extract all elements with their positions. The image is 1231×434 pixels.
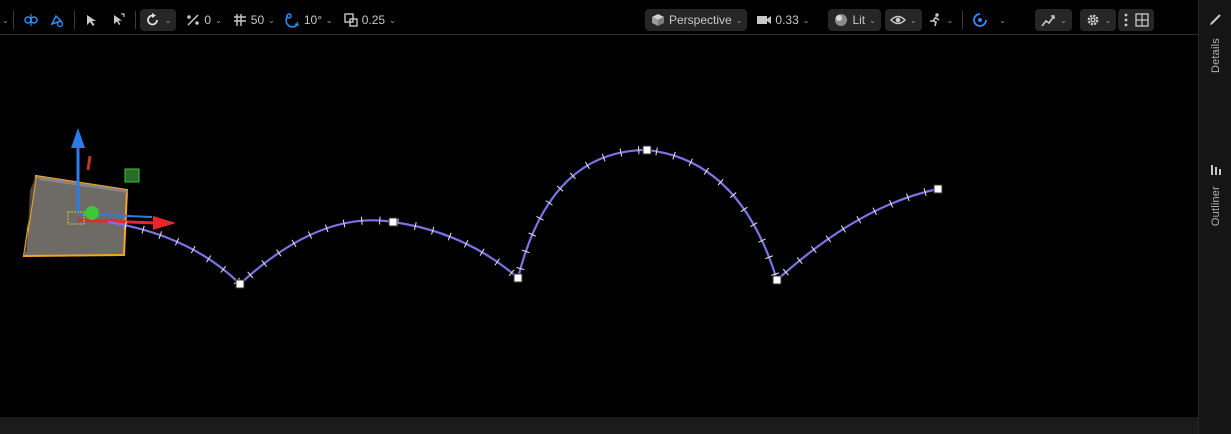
lighting-mode-button[interactable]: Lit ⌄ bbox=[828, 9, 881, 31]
brush-select-icon bbox=[50, 14, 63, 28]
view-mode-button[interactable]: Perspective ⌄ bbox=[645, 9, 748, 31]
camera-speed-icon bbox=[757, 16, 772, 24]
gizmo-pivot bbox=[85, 206, 99, 220]
transform-button[interactable] bbox=[105, 9, 131, 31]
spline-tick bbox=[655, 147, 658, 156]
rotation-snap-button[interactable]: 10° ⌄ bbox=[280, 9, 338, 31]
layout-grid-icon bbox=[1135, 13, 1150, 27]
brush-icon bbox=[1209, 14, 1221, 25]
game-mode-runner-icon bbox=[929, 13, 940, 27]
chevron-down-icon: ⌄ bbox=[999, 15, 1006, 25]
view-mode-label: Perspective bbox=[669, 13, 732, 27]
toolbar-divider bbox=[12, 11, 14, 29]
spline-path[interactable] bbox=[107, 148, 939, 286]
rotation-snap-icon bbox=[285, 13, 299, 28]
gizmo-rotation-handle bbox=[86, 155, 92, 171]
scale-snap-value: 0.25 bbox=[361, 13, 386, 27]
viewport-toolbar: ⌄ ⌄ 0 ⌄ 50 ⌄ 10° ⌄ 0.25 ⌄ Perspective ⌄ … bbox=[0, 6, 1198, 35]
toolbar-divider bbox=[134, 11, 136, 29]
chevron-down-icon: ⌄ bbox=[215, 15, 222, 25]
spline-point bbox=[772, 275, 782, 285]
chevron-down-icon: ⌄ bbox=[268, 15, 275, 25]
chevron-down-icon[interactable]: ⌄ bbox=[2, 16, 9, 25]
chevron-down-icon: ⌄ bbox=[1104, 15, 1112, 25]
spline-ticks bbox=[124, 146, 927, 285]
gizmo-yz-plane bbox=[124, 168, 140, 183]
grid-snap-icon bbox=[233, 14, 246, 26]
stats-icon bbox=[1041, 15, 1055, 27]
settings-gear-icon bbox=[1087, 14, 1099, 26]
scale-snap-button[interactable]: 0.25 ⌄ bbox=[338, 9, 401, 31]
scene-canvas[interactable] bbox=[0, 0, 1198, 417]
grid-snap-button[interactable]: 50 ⌄ bbox=[227, 9, 280, 31]
chevron-down-icon: ⌄ bbox=[735, 15, 743, 25]
rotate-button[interactable]: ⌄ bbox=[139, 9, 177, 31]
gizmo-x-arrow bbox=[153, 216, 176, 230]
outliner-icon bbox=[1210, 165, 1221, 175]
level-viewport[interactable]: ⌄ ⌄ 0 ⌄ 50 ⌄ 10° ⌄ 0.25 ⌄ Perspective ⌄ … bbox=[0, 0, 1198, 417]
spline-point bbox=[513, 273, 523, 283]
settings-button[interactable]: ⌄ bbox=[1079, 9, 1117, 31]
chevron-down-icon: ⌄ bbox=[946, 15, 954, 25]
brush-select-button[interactable] bbox=[44, 9, 70, 31]
side-panel-tabs: Details Outliner bbox=[1198, 0, 1231, 434]
grid-snap-value: 50 bbox=[250, 13, 265, 27]
realtime-button[interactable]: ⌄ bbox=[967, 9, 1011, 31]
toolbar-divider bbox=[73, 11, 75, 29]
more-options-icon bbox=[1124, 13, 1128, 27]
chevron-down-icon: ⌄ bbox=[389, 15, 396, 25]
rotate-icon bbox=[146, 13, 158, 26]
toolbar-divider bbox=[962, 11, 964, 29]
details-tab-label: Details bbox=[1209, 38, 1222, 74]
game-mode-button[interactable]: ⌄ bbox=[922, 9, 959, 31]
selection-icon bbox=[23, 14, 38, 26]
select-mode-button[interactable] bbox=[79, 9, 105, 31]
chevron-down-icon: ⌄ bbox=[802, 15, 810, 25]
chevron-down-icon: ⌄ bbox=[1059, 15, 1067, 25]
transform-icon bbox=[113, 13, 125, 25]
chevron-down-icon: ⌄ bbox=[909, 15, 917, 25]
lit-sphere-icon bbox=[835, 14, 848, 26]
rotation-snap-value: 10° bbox=[303, 13, 323, 27]
spline-point bbox=[388, 217, 398, 227]
scale-snap-icon bbox=[344, 13, 358, 27]
stats-button[interactable]: ⌄ bbox=[1034, 9, 1072, 31]
surface-snap-icon bbox=[187, 14, 200, 26]
spline-tick bbox=[360, 216, 363, 225]
chevron-down-icon: ⌄ bbox=[326, 15, 333, 25]
eye-icon bbox=[889, 15, 906, 25]
chevron-down-icon: ⌄ bbox=[869, 15, 876, 25]
perspective-cube-icon bbox=[652, 14, 664, 26]
spline-point bbox=[235, 279, 245, 289]
spline-point bbox=[933, 184, 943, 194]
chevron-down-icon: ⌄ bbox=[164, 15, 172, 25]
camera-speed-value: 0.33 bbox=[775, 13, 799, 27]
viewport-options-button[interactable] bbox=[1118, 9, 1155, 31]
realtime-icon bbox=[973, 13, 988, 27]
camera-speed-button[interactable]: 0.33 ⌄ bbox=[751, 9, 814, 31]
selection-button[interactable] bbox=[18, 9, 44, 31]
outliner-tab-label: Outliner bbox=[1209, 186, 1222, 227]
details-tab[interactable]: Details bbox=[1199, 12, 1231, 73]
outliner-tab[interactable]: Outliner bbox=[1199, 164, 1231, 226]
viewport-bottom-bar bbox=[0, 417, 1198, 434]
surface-snap-value: 0 bbox=[204, 13, 212, 27]
spline-point bbox=[642, 145, 652, 155]
select-mode-icon bbox=[86, 15, 96, 26]
surface-snap-button[interactable]: 0 ⌄ bbox=[180, 9, 226, 31]
gizmo-z-arrow bbox=[71, 128, 85, 148]
show-flags-button[interactable]: ⌄ bbox=[884, 9, 922, 31]
lighting-mode-label: Lit bbox=[852, 13, 866, 27]
